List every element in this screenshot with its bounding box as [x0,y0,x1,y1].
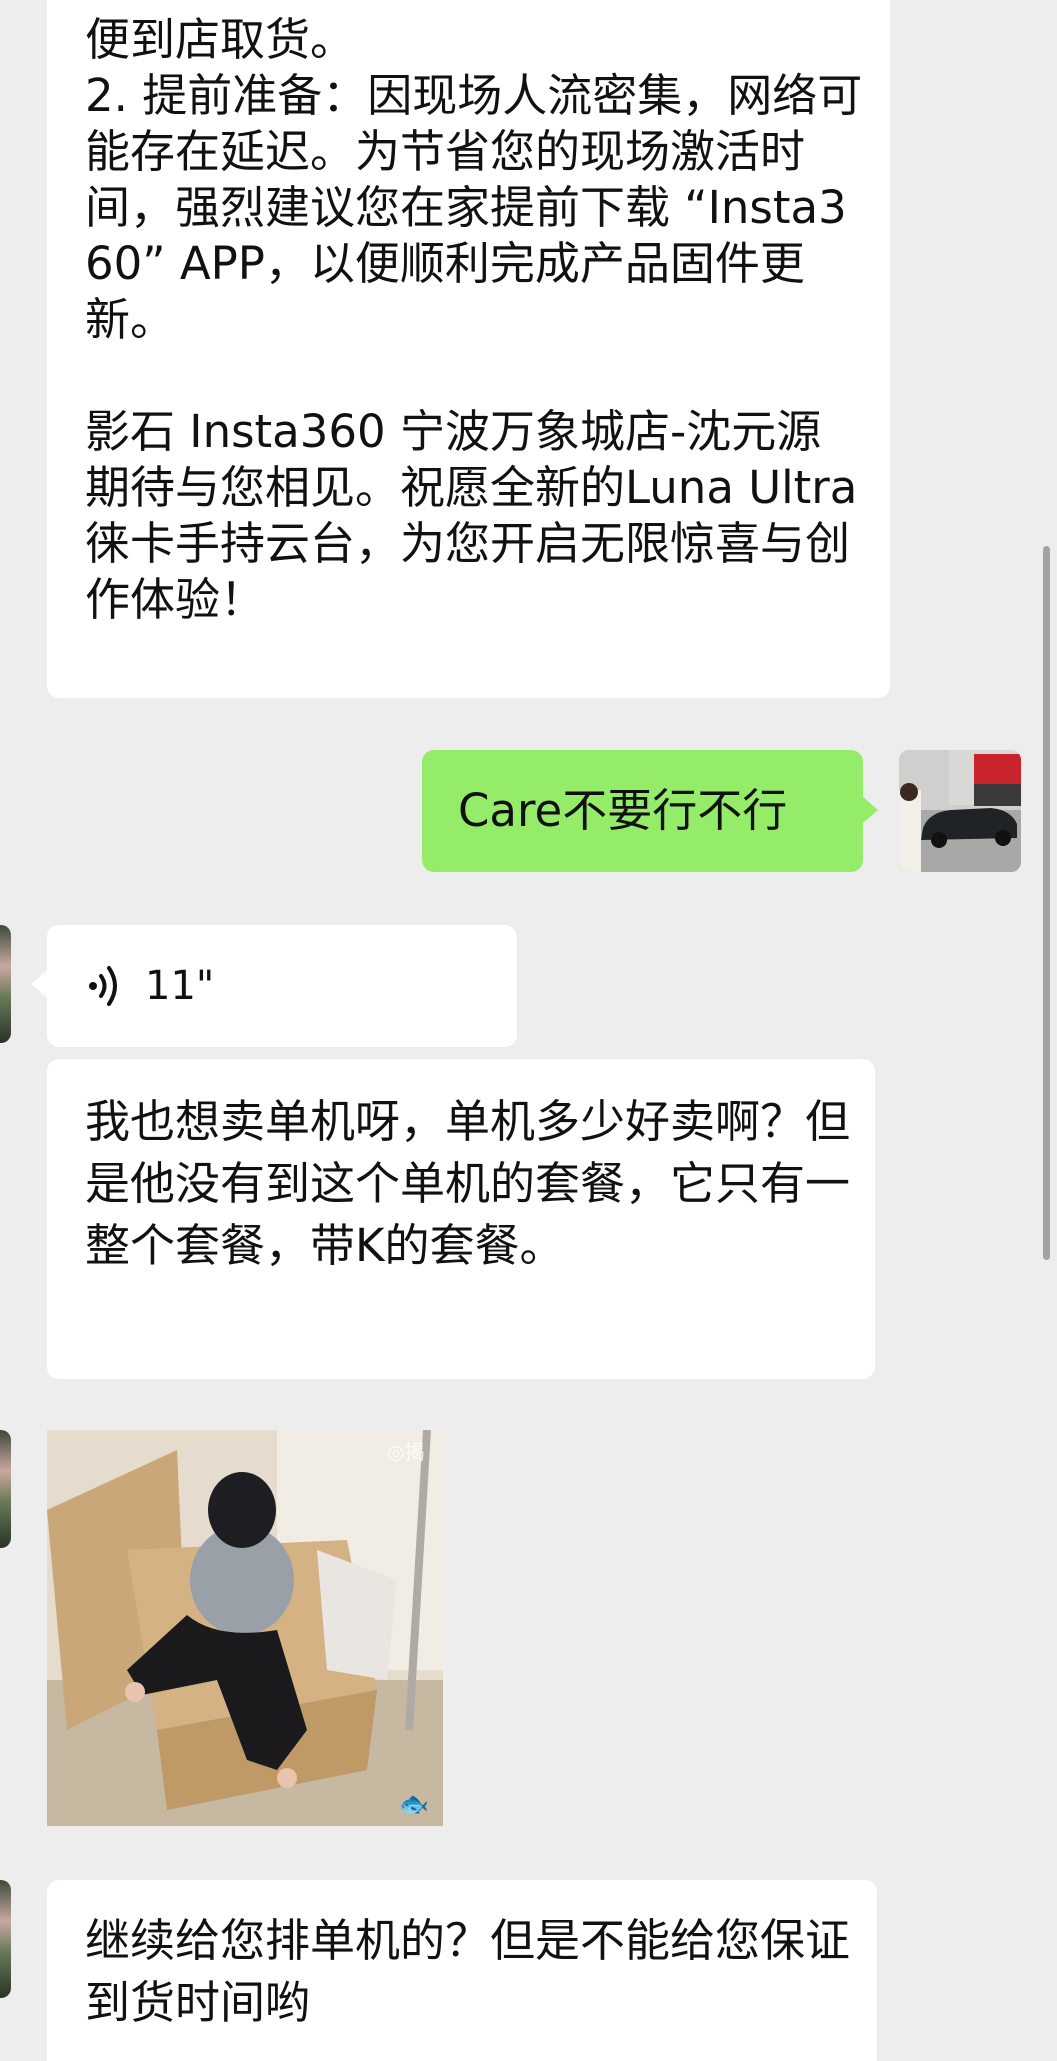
scrollbar-thumb[interactable] [1043,546,1050,1260]
voice-wave-icon [87,964,123,1008]
message-text: 继续给您排单机的？但是不能给您保证到货时间哟 [85,1914,851,2029]
contact-avatar[interactable] [0,1880,11,1998]
message-bubble-last[interactable]: 继续给您排单机的？但是不能给您保证到货时间哟 [47,1880,877,2061]
child-in-box-image [47,1430,443,1826]
bubble-tail [862,796,878,824]
contact-avatar[interactable] [0,925,11,1043]
image-watermark: ◎揭 [387,1440,425,1464]
bubble-tail [31,970,47,998]
chat-window: 便到店取货。 2. 提前准备：因现场人流密集，网络可能存在延迟。为节省您的现场激… [0,0,1057,2061]
message-bubble-my-reply[interactable]: Care不要行不行 [422,750,863,872]
fish-sticker-icon: 🐟 [399,1790,429,1818]
avatar-car-image [899,750,1021,872]
voice-duration: 11" [145,963,215,1009]
contact-avatar[interactable] [0,1430,11,1548]
message-bubble-single-unit[interactable]: 我也想卖单机呀，单机多少好卖啊？但是他没有到这个单机的套餐，它只有一整个套餐，带… [47,1059,875,1379]
message-bubble-store-notice[interactable]: 便到店取货。 2. 提前准备：因现场人流密集，网络可能存在延迟。为节省您的现场激… [47,0,890,698]
message-text: Care不要行不行 [458,784,788,837]
my-avatar[interactable] [899,750,1021,872]
message-text: 便到店取货。 2. 提前准备：因现场人流密集，网络可能存在延迟。为节省您的现场激… [85,13,863,626]
gif-image-message[interactable]: ◎揭 🐟 [47,1430,443,1826]
message-text: 我也想卖单机呀，单机多少好卖啊？但是他没有到这个单机的套餐，它只有一整个套餐，带… [85,1095,851,1272]
voice-message-bubble[interactable]: 11" [47,925,517,1047]
